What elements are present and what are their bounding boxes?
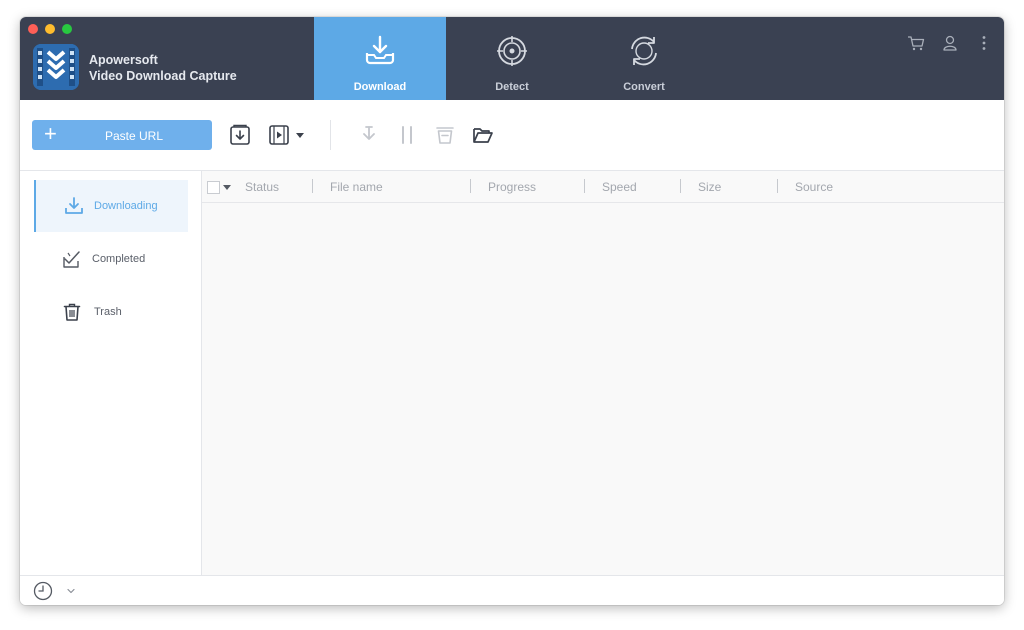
- paste-url-button[interactable]: + Paste URL: [32, 120, 212, 150]
- open-folder-icon[interactable]: [472, 124, 494, 146]
- window-minimize-button[interactable]: [45, 24, 55, 34]
- video-download-icon[interactable]: [268, 124, 290, 146]
- more-vertical-icon[interactable]: [975, 34, 993, 52]
- trash-icon: [63, 303, 81, 321]
- select-options-chevron-icon[interactable]: [223, 185, 231, 190]
- tab-convert[interactable]: Convert: [578, 17, 710, 100]
- app-name-line1: Apowersoft: [89, 53, 158, 67]
- download-list: Status File name Progress Speed Size Sou…: [202, 171, 1004, 575]
- column-header-speed[interactable]: Speed: [602, 180, 637, 194]
- cart-icon[interactable]: [907, 34, 925, 52]
- user-icon[interactable]: [941, 34, 959, 52]
- tab-convert-label: Convert: [623, 81, 665, 93]
- download-box-icon[interactable]: [229, 124, 251, 146]
- chevron-down-icon[interactable]: [66, 586, 76, 596]
- sidebar-item-label: Downloading: [94, 200, 158, 212]
- column-header-progress[interactable]: Progress: [488, 180, 536, 194]
- sidebar-item-label: Trash: [94, 306, 122, 318]
- table-header: Status File name Progress Speed Size Sou…: [202, 171, 1004, 203]
- sidebar-item-label: Completed: [92, 253, 146, 265]
- app-window: Apowersoft Video Download Capture Downlo…: [20, 17, 1004, 605]
- column-header-file-name[interactable]: File name: [330, 180, 383, 194]
- paste-url-label: Paste URL: [104, 129, 164, 143]
- tab-detect-label: Detect: [495, 81, 529, 93]
- toolbar-divider: [330, 120, 331, 150]
- sidebar-item-trash[interactable]: Trash: [34, 286, 186, 338]
- column-divider: [584, 179, 585, 193]
- tab-download[interactable]: Download: [314, 17, 446, 100]
- tab-detect[interactable]: Detect: [446, 17, 578, 100]
- app-name-line2: Video Download Capture: [89, 69, 237, 83]
- column-divider: [312, 179, 313, 193]
- window-close-button[interactable]: [28, 24, 38, 34]
- title-header: Apowersoft Video Download Capture Downlo…: [20, 17, 1004, 100]
- status-bar: [20, 575, 1004, 605]
- app-logo-icon: [33, 44, 79, 90]
- select-all-checkbox[interactable]: [207, 181, 220, 194]
- column-divider: [680, 179, 681, 193]
- crosshair-target-icon: [497, 36, 527, 66]
- column-header-status[interactable]: Status: [245, 180, 279, 194]
- column-header-source[interactable]: Source: [795, 180, 833, 194]
- completed-check-icon: [63, 251, 80, 268]
- column-header-size[interactable]: Size: [698, 180, 721, 194]
- window-maximize-button[interactable]: [62, 24, 72, 34]
- clock-icon[interactable]: [33, 581, 53, 601]
- column-divider: [470, 179, 471, 193]
- sidebar-item-downloading[interactable]: Downloading: [34, 180, 188, 232]
- downloading-icon: [65, 197, 83, 214]
- column-divider: [777, 179, 778, 193]
- tab-download-label: Download: [353, 81, 407, 93]
- sidebar-item-completed[interactable]: Completed: [34, 233, 186, 285]
- pause-icon[interactable]: [396, 124, 418, 146]
- resume-download-icon[interactable]: [358, 124, 380, 146]
- download-tray-icon: [365, 35, 395, 65]
- sidebar: Downloading Completed Trash: [20, 171, 202, 575]
- toolbar: + Paste URL: [20, 100, 1004, 171]
- app-name: Apowersoft Video Download Capture: [89, 52, 237, 84]
- refresh-convert-icon: [631, 36, 657, 66]
- delete-bin-icon[interactable]: [434, 124, 456, 146]
- video-options-chevron-icon[interactable]: [296, 133, 304, 138]
